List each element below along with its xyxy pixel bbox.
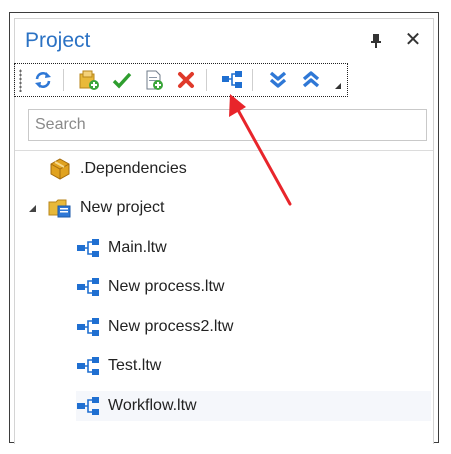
annotation-arrow [229,94,292,206]
